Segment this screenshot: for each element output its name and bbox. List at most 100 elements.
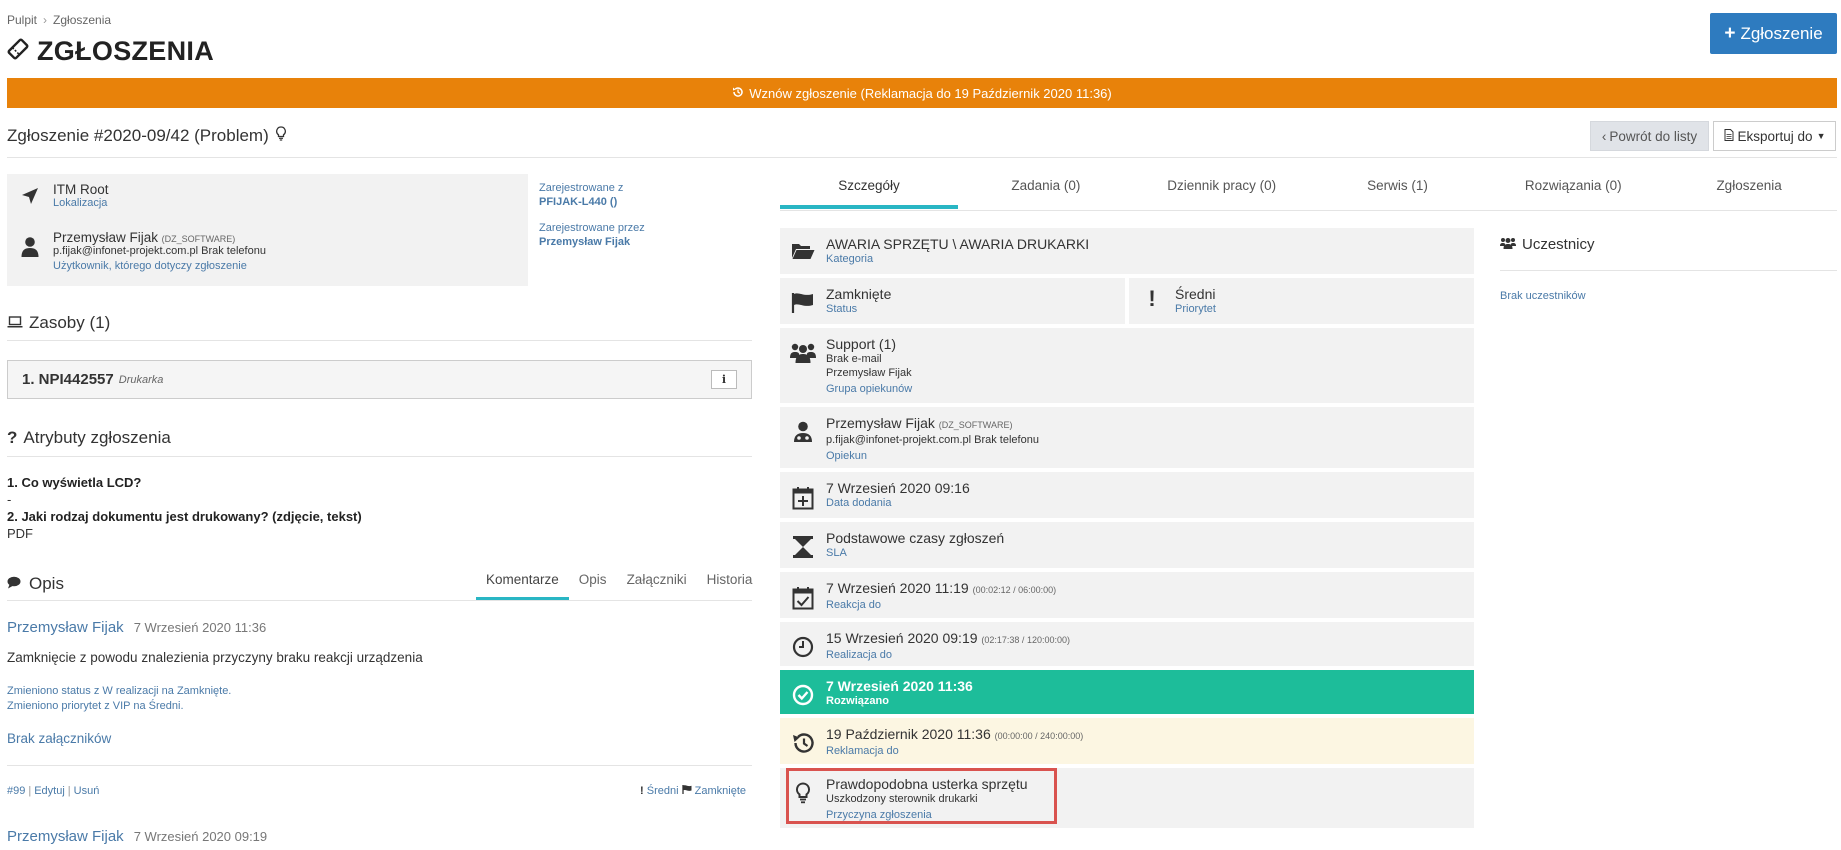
registered-from-value[interactable]: PFIJAK-L440 () <box>539 196 645 208</box>
category-row: AWARIA SPRZĘTU \ AWARIA DRUKARKI Kategor… <box>780 228 1474 274</box>
user-name: Przemysław Fijak <box>53 230 159 245</box>
export-dropdown-button[interactable]: Eksportuj do ▼ <box>1713 121 1836 151</box>
reaction-time: (00:02:12 / 06:00:00) <box>972 585 1057 595</box>
sla-row: Podstawowe czasy zgłoszeń SLA <box>780 522 1474 568</box>
ticket-icon <box>7 36 29 67</box>
banner-text: Wznów zgłoszenie (Reklamacja do 19 Paźdz… <box>749 85 1112 101</box>
exclamation-icon: ! <box>640 785 644 797</box>
solved-value: 7 Wrzesień 2020 11:36 <box>826 678 973 694</box>
breadcrumb-home[interactable]: Pulpit <box>7 13 37 27</box>
reaction-row: 7 Wrzesień 2020 11:19 (00:02:12 / 06:00:… <box>780 572 1474 618</box>
comment-id[interactable]: #99 <box>7 785 25 797</box>
attributes-title: ? Atrybuty zgłoszenia <box>7 428 171 448</box>
tab-solutions[interactable]: Rozwiązania (0) <box>1485 178 1661 209</box>
history-icon <box>732 86 744 101</box>
tab-service[interactable]: Serwis (1) <box>1310 178 1486 209</box>
date-added-row: 7 Wrzesień 2020 09:16 Data dodania <box>780 472 1474 518</box>
participants-title-text: Uczestnicy <box>1522 236 1595 253</box>
tab-tasks[interactable]: Zadania (0) <box>958 178 1134 209</box>
support-group-value: Support (1) <box>826 336 897 352</box>
tab-details[interactable]: Szczegóły <box>780 178 958 209</box>
folder-open-icon <box>780 228 826 274</box>
users-icon <box>1500 236 1516 253</box>
resource-name: 1. NPI442557 <box>22 371 114 388</box>
comment-text: Zamknięcie z powodu znalezienia przyczyn… <box>7 650 423 665</box>
tab-tickets[interactable]: Zgłoszenia <box>1661 178 1837 209</box>
priority-label: Priorytet <box>1175 303 1216 315</box>
registered-by-value[interactable]: Przemysław Fijak <box>539 236 645 248</box>
status-value: Zamknięte <box>826 286 892 302</box>
comment-author[interactable]: Przemysław Fijak <box>7 828 124 845</box>
participants-title: Uczestnicy <box>1500 236 1595 253</box>
export-label: Eksportuj do <box>1737 128 1813 144</box>
attribute-question-2: 2. Jaki rodzaj dokumentu jest drukowany?… <box>7 509 362 524</box>
calendar-check-icon <box>780 572 826 618</box>
date-added-value: 7 Wrzesień 2020 09:16 <box>826 480 970 496</box>
complaint-time: (00:00:00 / 240:00:00) <box>994 731 1084 741</box>
tab-description[interactable]: Opis <box>569 572 617 600</box>
tab-worklog[interactable]: Dziennik pracy (0) <box>1134 178 1310 209</box>
chevron-left-icon: ‹ <box>1601 128 1607 144</box>
status-row: Zamknięte Status <box>780 278 1125 324</box>
status-label: Status <box>826 303 858 315</box>
location-row: ITM Root Lokalizacja <box>7 174 109 209</box>
add-ticket-button[interactable]: + Zgłoszenie <box>1710 13 1837 54</box>
divider <box>7 765 752 766</box>
back-to-list-button[interactable]: ‹ Powrót do listy <box>1590 121 1709 151</box>
comments-icon <box>7 574 23 594</box>
comment-header: Przemysław Fijak 7 Wrzesień 2020 11:36 <box>7 619 266 636</box>
page-title-text: ZGŁOSZENIA <box>37 36 214 66</box>
check-circle-icon <box>780 670 826 714</box>
resume-ticket-banner[interactable]: Wznów zgłoszenie (Reklamacja do 19 Paźdz… <box>7 78 1837 108</box>
participants-empty: Brak uczestników <box>1500 290 1586 302</box>
ticket-title: Zgłoszenie #2020-09/42 (Problem) <box>7 126 287 146</box>
resources-title-text: Zasoby (1) <box>29 313 111 332</box>
tab-attachments[interactable]: Załączniki <box>617 572 697 600</box>
user-tag: (DZ_SOFTWARE) <box>161 234 236 244</box>
description-title: Opis <box>7 574 64 594</box>
comment-attachments: Brak załączników <box>7 731 112 746</box>
date-added-label: Data dodania <box>826 497 892 509</box>
solved-label: Rozwiązano <box>826 695 889 707</box>
resource-item[interactable]: 1. NPI442557 Drukarka i <box>7 360 752 399</box>
owner-contact: p.fijak@infonet-projekt.com.pl Brak tele… <box>826 434 1039 446</box>
comment-edit-link[interactable]: Edytuj <box>34 785 65 797</box>
tab-comments[interactable]: Komentarze <box>476 572 569 600</box>
comment-meta: ! Średni Zamknięte <box>640 785 746 797</box>
attributes-list: 1. Co wyświetla LCD? - 2. Jaki rodzaj do… <box>7 474 362 542</box>
divider <box>7 340 752 341</box>
solved-row: 7 Wrzesień 2020 11:36 Rozwiązano <box>780 670 1474 714</box>
comment-delete-link[interactable]: Usuń <box>74 785 100 797</box>
flag-icon <box>681 785 695 797</box>
lightbulb-icon <box>275 126 287 146</box>
category-label: Kategoria <box>826 253 874 265</box>
tab-history[interactable]: Historia <box>697 572 763 600</box>
reaction-value: 7 Wrzesień 2020 11:19 <box>826 580 969 596</box>
owner-tag: (DZ_SOFTWARE) <box>938 420 1013 430</box>
plus-icon: + <box>1724 23 1736 44</box>
sla-label: SLA <box>826 547 847 559</box>
flag-icon <box>780 278 826 324</box>
comment-author[interactable]: Przemysław Fijak <box>7 619 124 636</box>
realization-time: (02:17:38 / 120:00:00) <box>981 635 1070 645</box>
attributes-title-text: Atrybuty zgłoszenia <box>23 428 171 447</box>
breadcrumb-separator: › <box>43 13 48 27</box>
location-label[interactable]: Lokalizacja <box>53 197 109 209</box>
resource-info-button[interactable]: i <box>711 370 737 389</box>
attribute-question-1: 1. Co wyświetla LCD? <box>7 475 142 490</box>
attribute-answer-1: - <box>7 492 12 507</box>
user-label[interactable]: Użytkownik, którego dotyczy zgłoszenie <box>53 260 266 272</box>
divider <box>780 210 1837 211</box>
page-title: ZGŁOSZENIA <box>7 36 214 67</box>
comment-date: 7 Wrzesień 2020 09:19 <box>133 829 268 844</box>
back-to-list-label: Powrót do listy <box>1609 128 1698 144</box>
divider <box>7 157 1837 158</box>
document-icon <box>1724 128 1734 144</box>
ticket-title-text: Zgłoszenie #2020-09/42 (Problem) <box>7 126 269 145</box>
hourglass-icon <box>780 522 826 568</box>
complaint-label: Reklamacja do <box>826 745 899 757</box>
breadcrumb-current[interactable]: Zgłoszenia <box>53 13 111 27</box>
sla-value: Podstawowe czasy zgłoszeń <box>826 530 1005 546</box>
question-icon: ? <box>7 428 18 447</box>
user-contact: p.fijak@infonet-projekt.com.pl Brak tele… <box>53 245 266 257</box>
